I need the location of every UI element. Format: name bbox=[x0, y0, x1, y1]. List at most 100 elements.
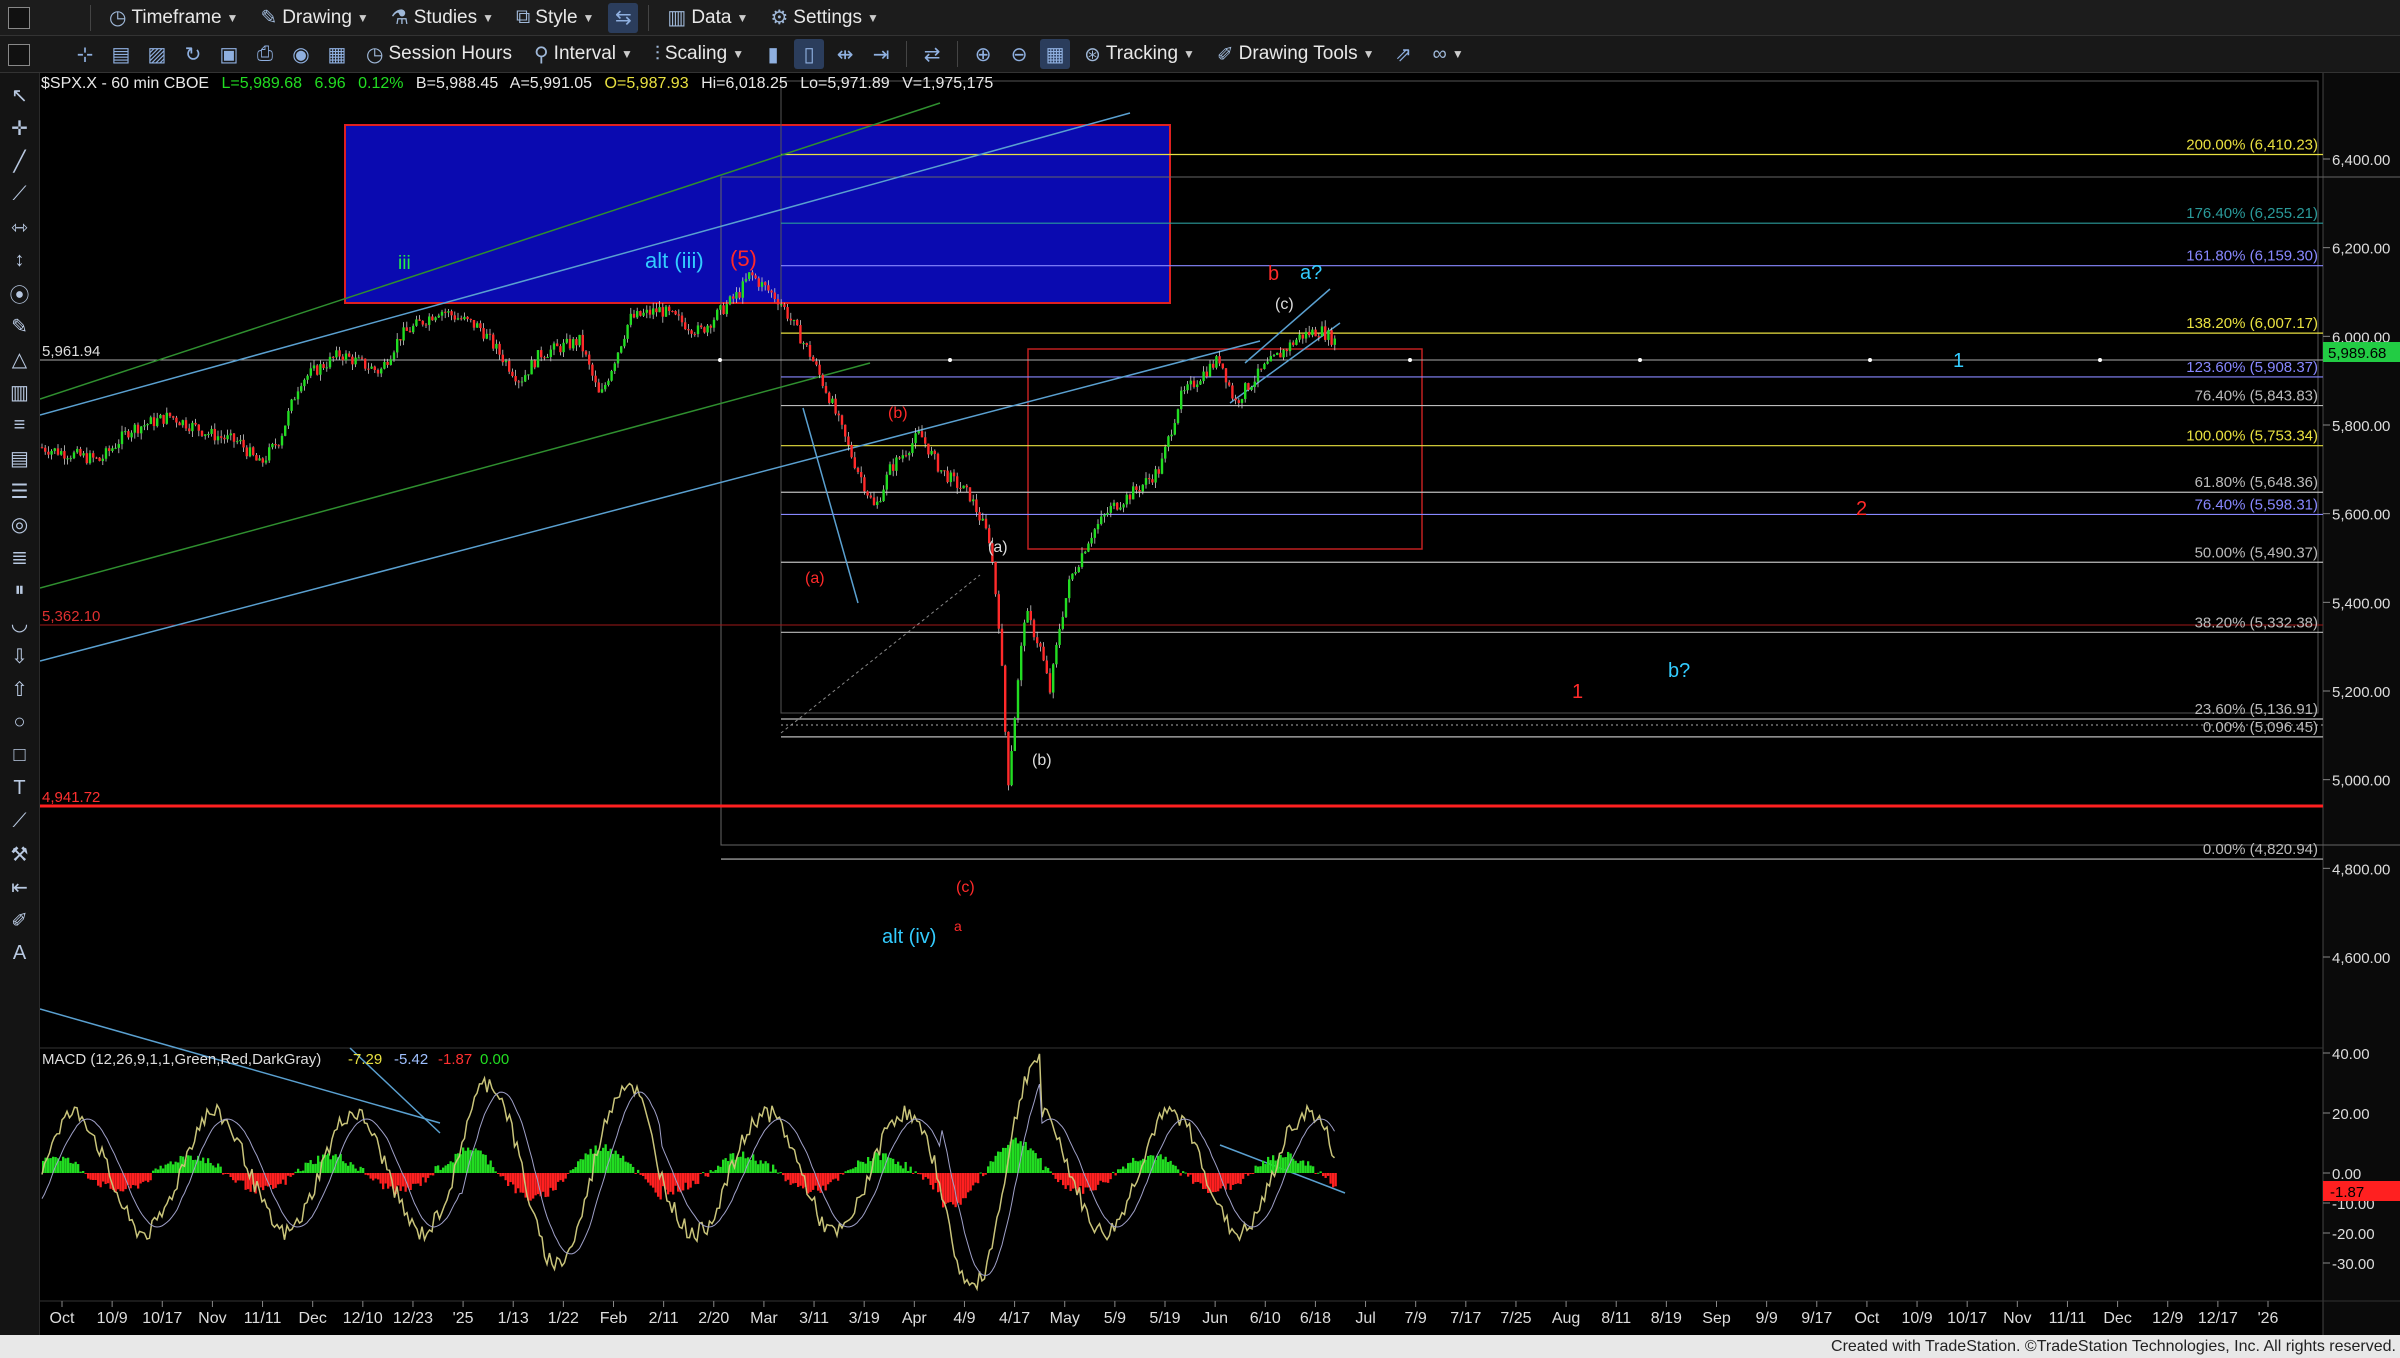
candles-icon[interactable]: ▯ bbox=[794, 39, 825, 69]
arc-icon[interactable]: ◡ bbox=[4, 609, 36, 638]
macd-bar bbox=[1057, 1173, 1060, 1183]
alerts-menu[interactable]: ∞ ▼ bbox=[1425, 37, 1472, 71]
macd-bar bbox=[82, 1171, 85, 1173]
open-icon[interactable]: ▨ bbox=[142, 39, 172, 69]
candle-body bbox=[1029, 610, 1032, 621]
candle-body bbox=[895, 457, 898, 471]
candle-body bbox=[623, 338, 626, 347]
price-tick-label: 6,200.00 bbox=[2332, 241, 2390, 258]
macd-bar bbox=[492, 1167, 495, 1173]
drawing-menu[interactable]: ✎ Drawing ▼ bbox=[252, 1, 376, 35]
macd-bar bbox=[1304, 1165, 1307, 1173]
go-to-start-icon[interactable]: ⇤ bbox=[4, 873, 36, 902]
macd-bar bbox=[867, 1157, 870, 1173]
down-arrow-icon[interactable]: ⇩ bbox=[4, 642, 36, 671]
crosshair-icon[interactable]: ✛ bbox=[4, 114, 36, 143]
pause-icon[interactable]: ⏸ bbox=[4, 576, 36, 605]
table-icon[interactable]: ▤ bbox=[4, 444, 36, 473]
restore-icon[interactable]: ⇄ bbox=[917, 39, 947, 69]
bars-icon[interactable]: ▥ bbox=[4, 378, 36, 407]
time-tick-label: 5/19 bbox=[1149, 1310, 1180, 1327]
interval-menu[interactable]: ⚲ Interval ▼ bbox=[526, 37, 641, 71]
export-icon[interactable]: ▦ bbox=[322, 39, 352, 69]
session-hours-menu[interactable]: ◷ Session Hours bbox=[358, 37, 520, 71]
vertical-line-icon[interactable]: ↕ bbox=[4, 246, 36, 275]
macd-bar bbox=[507, 1173, 510, 1186]
macd-bar bbox=[342, 1161, 345, 1173]
gann-icon[interactable]: ⦿ bbox=[4, 279, 36, 308]
cursor-icon[interactable]: ⊹ bbox=[70, 39, 100, 69]
edit-icon[interactable]: ✐ bbox=[4, 906, 36, 935]
candle-body bbox=[1250, 386, 1253, 390]
print-icon[interactable]: ⎙ bbox=[250, 39, 280, 69]
up-arrow-icon[interactable]: ⇧ bbox=[4, 675, 36, 704]
macd-bar bbox=[304, 1162, 307, 1173]
blue-target-box[interactable] bbox=[344, 124, 1171, 304]
candle-body bbox=[984, 518, 988, 529]
data-menu[interactable]: ▥ Data ▼ bbox=[659, 1, 756, 35]
camera-icon[interactable]: ◉ bbox=[286, 39, 316, 69]
paint-icon[interactable]: ⚒ bbox=[4, 840, 36, 869]
macd-bar bbox=[312, 1164, 315, 1173]
rectangle-icon[interactable]: □ bbox=[4, 741, 36, 770]
new-chart-icon[interactable]: ▤ bbox=[106, 39, 136, 69]
grid-icon[interactable]: ▦ bbox=[1040, 39, 1071, 69]
channel-icon[interactable]: ≣ bbox=[4, 543, 36, 572]
circle-target-icon[interactable]: ◎ bbox=[4, 510, 36, 539]
price-chart-svg[interactable]: 5,961.94 5,362.10 4,941.72 iii alt (iii)… bbox=[39, 73, 2400, 1335]
macd-bar bbox=[234, 1173, 237, 1183]
ellipse-icon[interactable]: ○ bbox=[4, 708, 36, 737]
macd-bar bbox=[1182, 1171, 1185, 1173]
macd-bar bbox=[704, 1173, 707, 1177]
macd-bar bbox=[854, 1167, 857, 1173]
macd-bar bbox=[687, 1173, 690, 1190]
pencil-icon[interactable]: ✎ bbox=[4, 312, 36, 341]
ray-icon[interactable]: ⟋ bbox=[4, 180, 36, 209]
candle-body bbox=[216, 436, 220, 441]
text-icon[interactable]: T bbox=[4, 774, 36, 803]
zoom-out-icon[interactable]: ⊖ bbox=[1004, 39, 1034, 69]
tracking-menu[interactable]: ⊛ Tracking ▼ bbox=[1076, 37, 1203, 71]
zoom-in-icon[interactable]: ⊕ bbox=[968, 39, 998, 69]
candle-body bbox=[1100, 516, 1103, 525]
link-chart-icon[interactable]: ⇆ bbox=[608, 2, 639, 33]
macd-bar bbox=[999, 1151, 1002, 1173]
candle-body bbox=[380, 368, 383, 374]
horizontal-line-icon[interactable]: ⇿ bbox=[4, 213, 36, 242]
refresh-icon[interactable]: ↻ bbox=[178, 39, 208, 69]
triangle-icon[interactable]: △ bbox=[4, 345, 36, 374]
pointer-icon[interactable]: ↖ bbox=[4, 81, 36, 110]
window-checkbox[interactable] bbox=[8, 7, 30, 29]
settings-label: Settings bbox=[793, 6, 862, 28]
timeframe-menu[interactable]: ◷ Timeframe ▼ bbox=[101, 1, 246, 35]
candle-body bbox=[1317, 336, 1320, 338]
time-tick-label: 12/10 bbox=[343, 1310, 383, 1327]
spacing-icon[interactable]: ⇹ bbox=[830, 39, 860, 69]
style-menu[interactable]: ⧉ Style ▼ bbox=[508, 1, 602, 35]
drawing-tools-menu[interactable]: ✐ Drawing Tools ▼ bbox=[1209, 37, 1383, 71]
text-box-icon[interactable]: A bbox=[4, 939, 36, 968]
bars-icon[interactable]: ▮ bbox=[758, 39, 788, 69]
candle-body bbox=[300, 386, 303, 392]
candle-body bbox=[1010, 751, 1013, 786]
scaling-menu[interactable]: ⫶ Scaling ▼ bbox=[647, 37, 752, 71]
external-link-icon[interactable]: ⇗ bbox=[1389, 39, 1419, 69]
macd-bar bbox=[1319, 1171, 1322, 1173]
studies-menu[interactable]: ⚗ Studies ▼ bbox=[383, 1, 502, 35]
candle-body bbox=[863, 477, 866, 492]
ruler-icon[interactable]: ⟋ bbox=[4, 807, 36, 836]
candle-body bbox=[600, 389, 604, 393]
candle-body bbox=[1144, 478, 1148, 485]
candle-body bbox=[856, 467, 860, 473]
chart-area[interactable]: 5,961.94 5,362.10 4,941.72 iii alt (iii)… bbox=[39, 73, 2400, 1335]
window-checkbox[interactable] bbox=[8, 44, 30, 66]
compress-icon[interactable]: ⇥ bbox=[866, 39, 896, 69]
fib-icon[interactable]: ≡ bbox=[4, 411, 36, 440]
trendline-icon[interactable]: ╱ bbox=[4, 147, 36, 176]
settings-menu[interactable]: ⚙ Settings ▼ bbox=[762, 1, 886, 35]
macd-bar bbox=[892, 1158, 895, 1173]
wave-label-iii: iii bbox=[398, 253, 411, 274]
save-icon[interactable]: ▣ bbox=[214, 39, 244, 69]
lines-icon[interactable]: ☰ bbox=[4, 477, 36, 506]
macd-bar bbox=[1299, 1160, 1302, 1173]
